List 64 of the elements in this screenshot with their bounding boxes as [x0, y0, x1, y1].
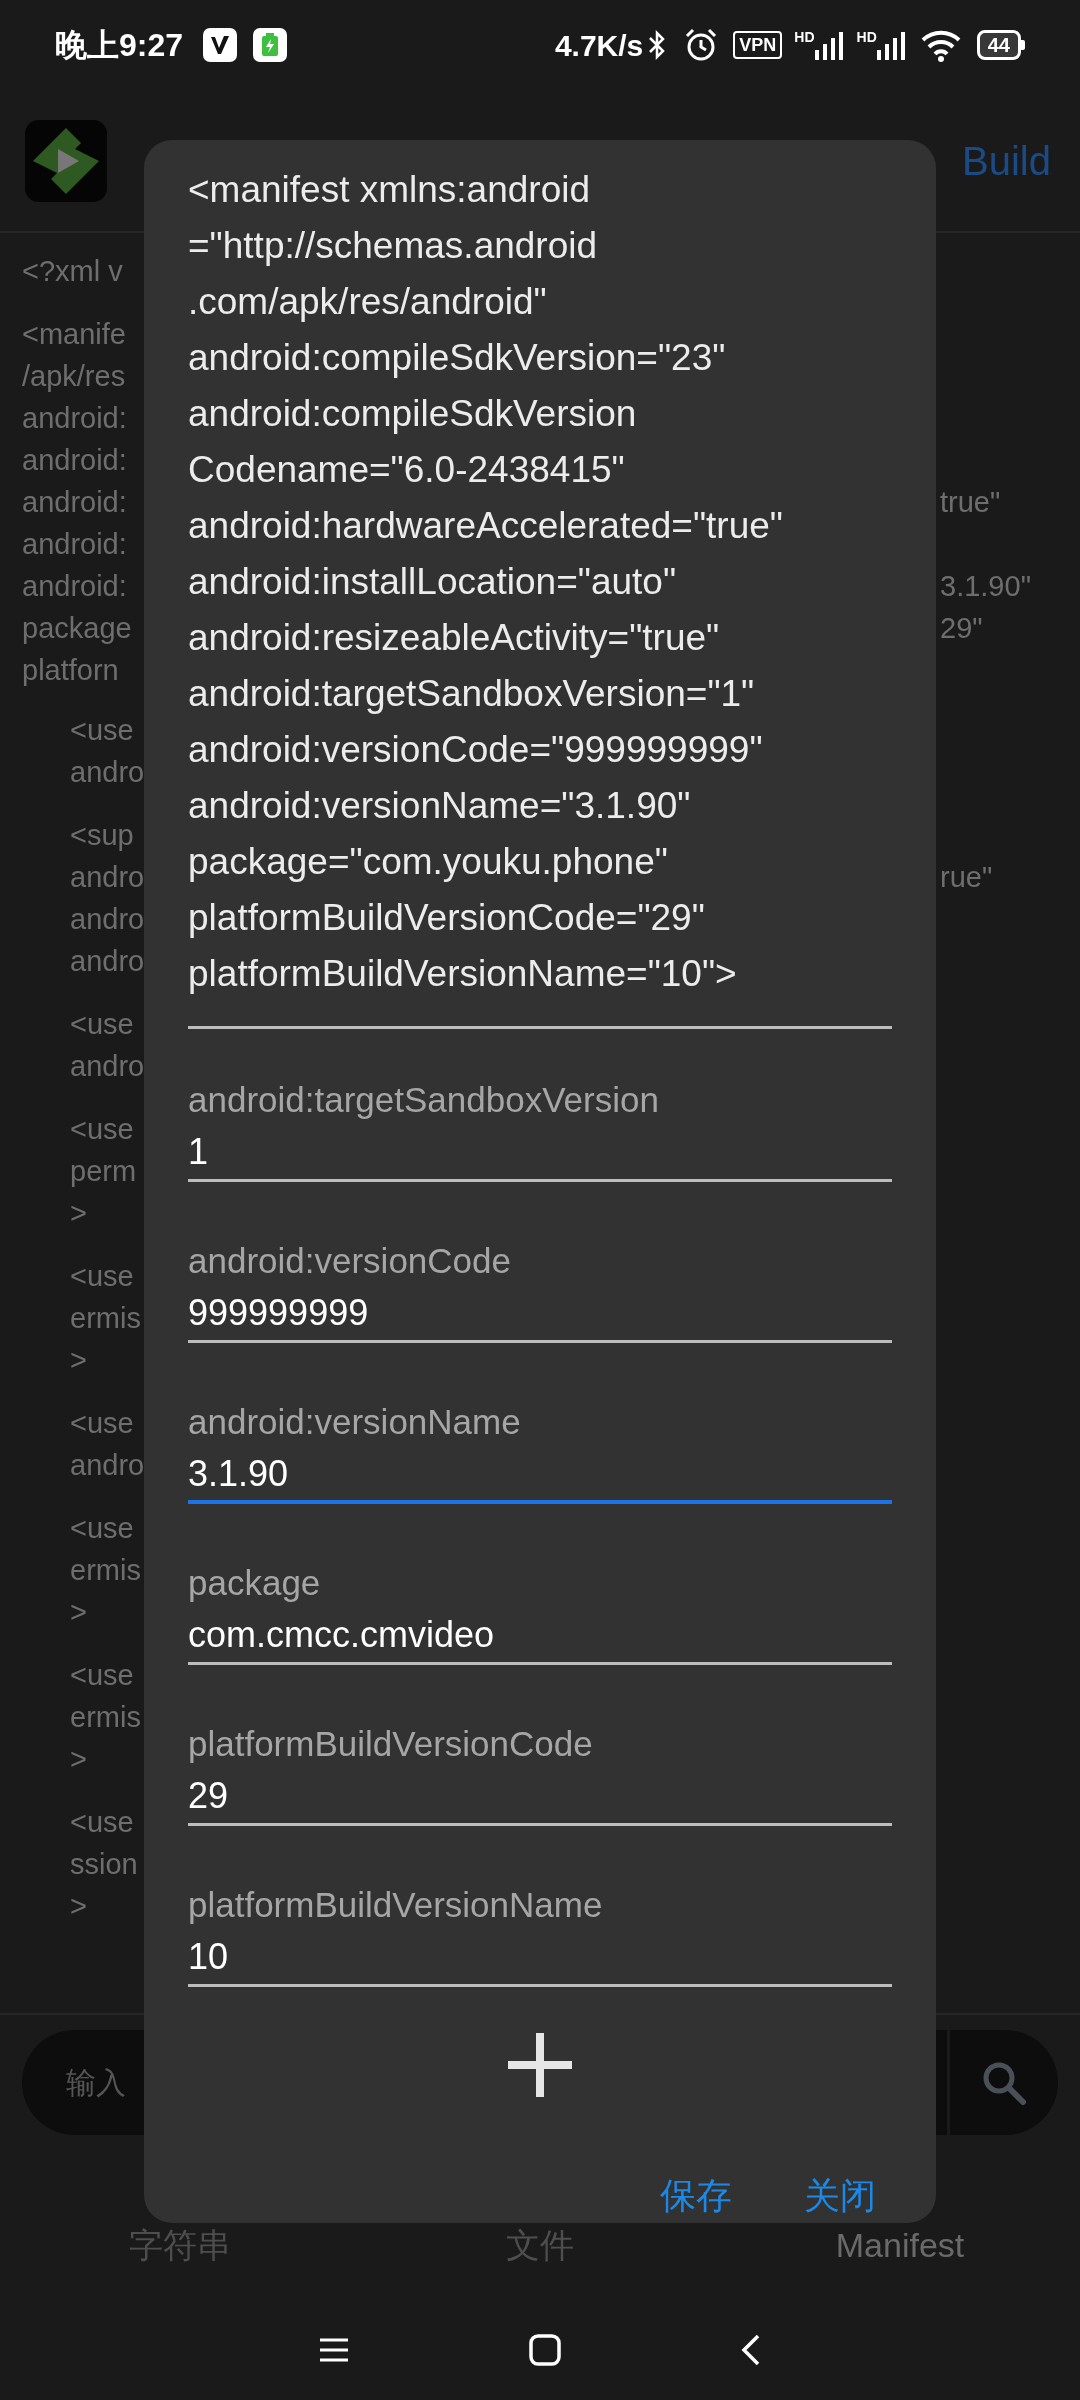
code-line: <use — [70, 1805, 134, 1840]
field-label: platformBuildVersionName — [188, 1884, 604, 1926]
menu-icon[interactable] — [319, 2337, 349, 2363]
code-line: package — [22, 611, 132, 646]
field-label: package — [188, 1562, 322, 1604]
code-line: /apk/res — [22, 359, 126, 394]
code-line: android: — [22, 569, 127, 604]
code-fragment: 3.1.90" — [940, 570, 1031, 602]
search-field[interactable]: 输入 — [22, 2060, 947, 2105]
code-line: platforn — [22, 653, 119, 688]
field-label: platformBuildVersionCode — [188, 1723, 594, 1765]
code-line: > — [70, 1742, 87, 1777]
code-line: <use — [70, 1406, 134, 1441]
code-line: andro — [70, 755, 145, 790]
clock-time: 晚上9:27 — [55, 26, 184, 65]
back-icon[interactable] — [741, 2334, 761, 2366]
network-speed: 4.7K/s — [554, 27, 644, 64]
code-line: <sup — [70, 818, 134, 853]
code-line: andro — [70, 1448, 145, 1483]
code-line: perm — [70, 1154, 137, 1189]
field-label: android:versionName — [188, 1401, 522, 1443]
code-line: android: — [22, 401, 127, 436]
code-line: andro — [70, 860, 145, 895]
code-line: andro — [70, 944, 145, 979]
code-line: > — [70, 1343, 87, 1378]
code-line: ssion — [70, 1847, 138, 1882]
code-line: > — [70, 1595, 87, 1630]
code-line: <manife — [22, 317, 126, 352]
input-field[interactable]: 10 — [188, 1930, 892, 1987]
manifest-text: <manifest xmlns:android ="http://schemas.android .com/apk/res/android" android:compileSdkVersion="23" android:compileSdkVersion Codename="6.0-2438415" android:hardwareAccelerated="true" android:installLocation="auto" android:resizeableActivity="true" android:targetSandboxVersion="1" android:versionCode="999999999" android:versionName="3.1.90" package="com.youku.phone" platformBuildVersionCode="29" platformBuildVersionName="10"> — [188, 168, 784, 996]
code-line: <use — [70, 1658, 134, 1693]
code-line: <use — [70, 713, 134, 748]
input-field[interactable]: 29 — [188, 1769, 892, 1826]
app-logo-icon — [25, 119, 107, 202]
input-field[interactable]: 999999999 — [188, 1286, 892, 1343]
code-line: > — [70, 1196, 87, 1231]
code-line: ermis — [70, 1700, 141, 1735]
code-line: <use — [70, 1511, 134, 1546]
input-field[interactable]: 3.1.90 — [188, 1447, 892, 1504]
code-line: andro — [70, 902, 145, 937]
field-label: android:versionCode — [188, 1240, 512, 1282]
code-line: android: — [22, 485, 127, 520]
input-field[interactable]: com.cmcc.cmvideo — [188, 1608, 892, 1665]
code-line: <use — [70, 1259, 134, 1294]
add-icon[interactable] — [506, 2031, 574, 2099]
code-fragment: 29" — [940, 612, 983, 644]
code-line: <use — [70, 1112, 134, 1147]
code-line: android: — [22, 443, 127, 478]
field-label: android:targetSandboxVersion — [188, 1079, 660, 1121]
battery-app-icon — [253, 28, 288, 62]
code-line: <use — [70, 1007, 134, 1042]
code-line: android: — [22, 527, 127, 562]
vpn-badge: VPN — [733, 31, 783, 59]
code-fragment: rue" — [940, 861, 993, 893]
app-notification-icon — [203, 28, 238, 62]
battery-indicator: 44 — [976, 30, 1025, 60]
input-field[interactable]: 1 — [188, 1125, 892, 1182]
code-line: > — [70, 1889, 87, 1924]
code-line: <?xml v — [22, 254, 123, 289]
home-icon[interactable] — [529, 2334, 561, 2366]
code-fragment: true" — [940, 486, 1001, 518]
code-line: ermis — [70, 1553, 141, 1588]
code-line: andro — [70, 1049, 145, 1084]
code-line: ermis — [70, 1301, 141, 1336]
